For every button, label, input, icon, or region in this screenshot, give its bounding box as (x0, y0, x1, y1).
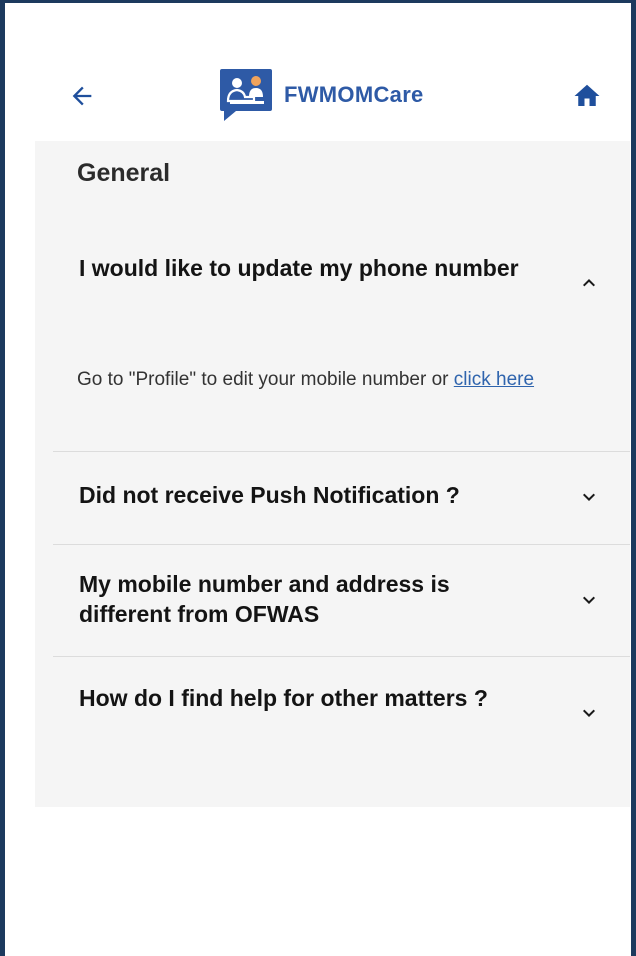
faq-question: Did not receive Push Notification ? (79, 482, 460, 508)
chevron-down-icon (583, 493, 595, 501)
faq-answer-text: Go to "Profile" to edit your mobile numb… (77, 369, 454, 390)
chevron-up-icon (583, 279, 595, 287)
faq-item-push-notification[interactable]: Did not receive Push Notification ? (53, 452, 630, 544)
faq-item-other-help[interactable]: How do I find help for other matters ? (53, 657, 630, 767)
chevron-down-icon (583, 596, 595, 604)
faq-item-update-phone[interactable]: I would like to update my phone number (53, 245, 630, 325)
faq-item-ofwas-mismatch[interactable]: My mobile number and address is differen… (53, 545, 630, 656)
brand: FWMOMCare (218, 67, 424, 123)
app-header: FWMOMCare (10, 43, 630, 143)
section-title: General (77, 159, 171, 187)
faq-question: I would like to update my phone number (79, 255, 519, 281)
chevron-down-icon (583, 709, 595, 717)
arrow-left-icon (72, 86, 92, 106)
app-logo-icon (218, 67, 274, 123)
faq-answer: Go to "Profile" to edit your mobile numb… (77, 367, 577, 392)
back-button[interactable] (65, 79, 99, 113)
faq-question: How do I find help for other matters ? (79, 685, 488, 711)
app-frame: FWMOMCare General I would like to update… (0, 0, 636, 956)
home-icon (574, 84, 600, 106)
faq-panel: General I would like to update my phone … (35, 141, 630, 807)
faq-question: My mobile number and address is differen… (79, 571, 450, 627)
click-here-link[interactable]: click here (454, 369, 534, 390)
app-title: FWMOMCare (284, 82, 424, 107)
home-button[interactable] (570, 79, 604, 113)
